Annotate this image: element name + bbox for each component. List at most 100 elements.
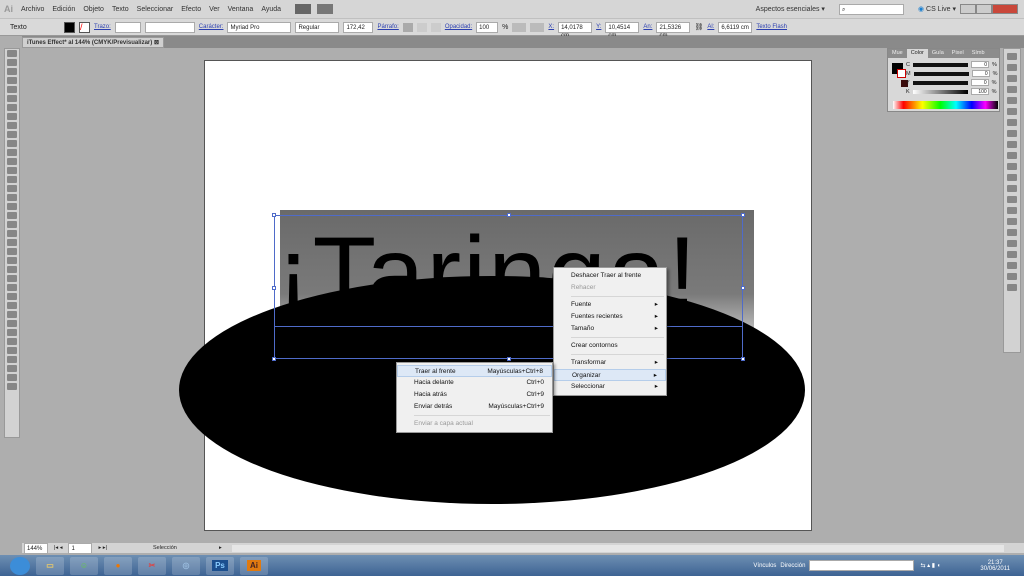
panel-icon[interactable] (1007, 207, 1017, 214)
channel-slider[interactable] (912, 89, 968, 94)
link-proportions-icon[interactable]: ⛓ (694, 23, 703, 31)
tool-icon[interactable] (7, 266, 17, 273)
panel-icon[interactable] (1007, 284, 1017, 291)
minimize-button[interactable] (960, 4, 976, 14)
panel-icon[interactable] (1007, 86, 1017, 93)
tool-icon[interactable] (7, 77, 17, 84)
panel-icon[interactable] (1007, 251, 1017, 258)
address-input[interactable] (809, 560, 915, 571)
panel-icon[interactable] (1007, 152, 1017, 159)
tool-icon[interactable] (7, 185, 17, 192)
recolor-icon[interactable] (512, 22, 527, 32)
tool-icon[interactable] (7, 212, 17, 219)
tool-icon[interactable] (7, 86, 17, 93)
panel-icon[interactable] (1007, 97, 1017, 104)
panel-icon[interactable] (1007, 119, 1017, 126)
panel-tab[interactable]: Color (906, 49, 928, 58)
tool-icon[interactable] (7, 113, 17, 120)
align-right-icon[interactable] (430, 22, 441, 32)
tool-icon[interactable] (7, 221, 17, 228)
panel-icon[interactable] (1007, 229, 1017, 236)
menu-ventana[interactable]: Ventana (228, 6, 254, 13)
tray-icons[interactable]: ⇆ ▴ ▮ ◖ (920, 562, 940, 569)
fill-swatch[interactable] (64, 21, 75, 33)
close-button[interactable] (992, 4, 1018, 14)
channel-value[interactable]: 0 (971, 70, 990, 77)
color-spectrum[interactable] (893, 101, 998, 109)
panel-icon[interactable] (1007, 240, 1017, 247)
tool-icon[interactable] (7, 275, 17, 282)
tool-icon[interactable] (7, 356, 17, 363)
tool-icon[interactable] (7, 284, 17, 291)
tool-icon[interactable] (7, 338, 17, 345)
x-field[interactable]: 14,0178 cm (558, 21, 593, 39)
channel-slider[interactable] (912, 62, 968, 67)
document-tab[interactable]: iTunes Effect* al 144% (CMYK/Previsualiz… (22, 37, 164, 48)
links-toolbar[interactable]: Vínculos (753, 563, 776, 569)
stroke-weight[interactable] (114, 21, 141, 33)
menu-item[interactable]: Hacia delante Ctrl+0 (397, 377, 552, 389)
tool-icon[interactable] (7, 248, 17, 255)
cs-live-button[interactable]: ◉ CS Live ▾ (918, 5, 956, 13)
align-left-icon[interactable] (402, 22, 413, 32)
channel-value[interactable]: 0 (970, 79, 989, 86)
menu-item[interactable]: Deshacer Traer al frente (554, 270, 666, 282)
panel-tab[interactable]: Mue (888, 49, 907, 58)
panel-icon[interactable] (1007, 185, 1017, 192)
tool-icon[interactable] (7, 293, 17, 300)
tool-icon[interactable] (7, 320, 17, 327)
illustrator-taskbar-button[interactable]: Ai (240, 556, 268, 575)
menu-item[interactable]: Organizar ▸ (554, 369, 666, 381)
flash-text-link[interactable]: Texto Flash (756, 24, 787, 30)
y-field[interactable]: 10,4514 cm (605, 21, 640, 39)
menu-efecto[interactable]: Efecto (181, 6, 201, 13)
panel-icon[interactable] (1007, 130, 1017, 137)
panel-icon[interactable] (1007, 108, 1017, 115)
panel-icon[interactable] (1007, 163, 1017, 170)
channel-slider[interactable] (913, 71, 969, 76)
menu-seleccionar[interactable]: Seleccionar (137, 6, 174, 13)
menu-item[interactable]: Hacia atrás Ctrl+9 (397, 389, 552, 401)
explorer-icon[interactable]: ▭ (36, 556, 64, 575)
arrange-documents-icon[interactable] (317, 4, 334, 14)
menu-objeto[interactable]: Objeto (83, 6, 104, 13)
panel-icon[interactable] (1007, 53, 1017, 60)
messenger-icon[interactable]: ☺ (70, 556, 98, 575)
zoom-select[interactable]: 144% (24, 542, 48, 554)
menu-edición[interactable]: Edición (52, 6, 75, 13)
height-field[interactable]: 6,6119 cm (718, 21, 753, 33)
panel-icon[interactable] (1007, 196, 1017, 203)
tool-icon[interactable] (7, 311, 17, 318)
tool-icon[interactable] (7, 239, 17, 246)
width-field[interactable]: 21,5326 cm (656, 21, 691, 39)
tool-icon[interactable] (7, 176, 17, 183)
panel-icon[interactable] (1007, 141, 1017, 148)
panel-icon[interactable] (1007, 262, 1017, 269)
channel-slider[interactable] (912, 80, 968, 85)
tool-icon[interactable] (7, 104, 17, 111)
tool-icon[interactable] (7, 203, 17, 210)
bridge-icon[interactable] (295, 4, 312, 14)
font-family-select[interactable]: Myriad Pro (227, 21, 292, 33)
menu-archivo[interactable]: Archivo (21, 6, 44, 13)
font-style-select[interactable]: Regular (295, 21, 340, 33)
tool-icon[interactable] (7, 302, 17, 309)
opacity-link[interactable]: Opacidad: (445, 24, 472, 30)
opacity-field[interactable]: 100 (476, 21, 499, 33)
page-select[interactable]: 1 (68, 542, 93, 554)
tool-icon[interactable] (7, 158, 17, 165)
first-page-icon[interactable]: |◂ ◂ (54, 545, 62, 551)
itunes-icon[interactable]: ◎ (172, 556, 200, 575)
tool-icon[interactable] (7, 167, 17, 174)
tool-icon[interactable] (7, 194, 17, 201)
tool-icon[interactable] (7, 149, 17, 156)
align-center-icon[interactable] (416, 22, 427, 32)
firefox-icon[interactable]: ● (104, 556, 132, 575)
next-page-icon[interactable]: ▸ ▸| (98, 545, 106, 551)
selection-bounding-box[interactable] (272, 213, 745, 361)
menu-item[interactable]: Crear contornos (554, 340, 666, 352)
panel-icon[interactable] (1007, 273, 1017, 280)
panel-icon[interactable] (1007, 174, 1017, 181)
search-input[interactable]: ⌕ (838, 3, 904, 15)
menu-item[interactable]: Traer al frente Mayúsculas+Ctrl+8 (397, 365, 552, 377)
